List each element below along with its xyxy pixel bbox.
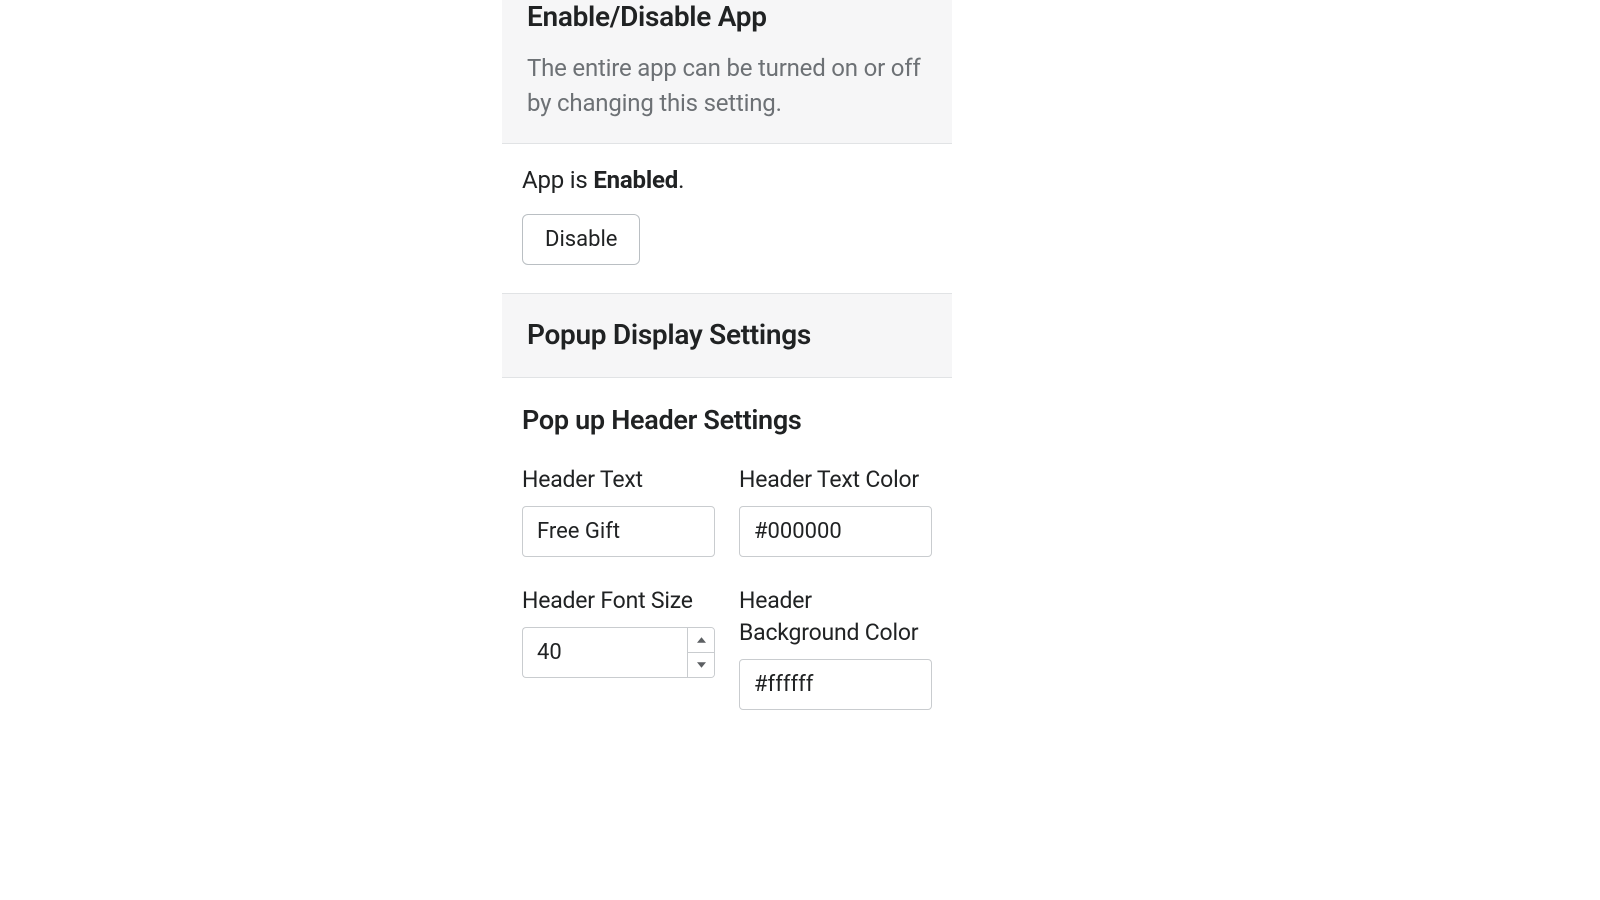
app-status-value: Enabled — [593, 166, 678, 194]
header-background-color-input[interactable] — [739, 659, 932, 710]
popup-display-title: Popup Display Settings — [527, 318, 927, 351]
disable-button[interactable]: Disable — [522, 214, 640, 265]
header-text-label: Header Text — [522, 464, 715, 496]
popup-header-settings-title: Pop up Header Settings — [522, 404, 932, 436]
header-font-size-stepper — [522, 627, 715, 678]
header-font-size-input[interactable] — [522, 627, 687, 678]
app-status-text: App is Enabled. — [522, 166, 932, 194]
header-background-color-field: Header Background Color — [739, 585, 932, 710]
enable-disable-section-body: App is Enabled. Disable — [502, 144, 952, 294]
header-font-size-label: Header Font Size — [522, 585, 715, 617]
header-text-input[interactable] — [522, 506, 715, 557]
enable-disable-description: The entire app can be turned on or off b… — [527, 51, 927, 121]
chevron-up-icon — [697, 637, 706, 643]
enable-disable-title: Enable/Disable App — [527, 0, 927, 33]
header-text-color-label: Header Text Color — [739, 464, 932, 496]
header-text-color-field: Header Text Color — [739, 464, 932, 557]
header-text-field: Header Text — [522, 464, 715, 557]
font-size-increment-button[interactable] — [688, 628, 714, 653]
popup-header-settings: Pop up Header Settings Header Text Heade… — [502, 378, 952, 759]
app-status-suffix: . — [678, 166, 684, 194]
font-size-decrement-button[interactable] — [688, 653, 714, 677]
settings-panel: Enable/Disable App The entire app can be… — [502, 0, 952, 758]
font-size-spinner — [687, 627, 715, 678]
app-status-prefix: App is — [522, 166, 593, 194]
header-background-color-label: Header Background Color — [739, 585, 932, 649]
popup-display-section-header: Popup Display Settings — [502, 294, 952, 378]
header-text-color-input[interactable] — [739, 506, 932, 557]
field-row-2: Header Font Size Header Background Color — [522, 585, 932, 710]
chevron-down-icon — [697, 662, 706, 668]
field-row-1: Header Text Header Text Color — [522, 464, 932, 557]
enable-disable-section-header: Enable/Disable App The entire app can be… — [502, 0, 952, 144]
header-font-size-field: Header Font Size — [522, 585, 715, 710]
